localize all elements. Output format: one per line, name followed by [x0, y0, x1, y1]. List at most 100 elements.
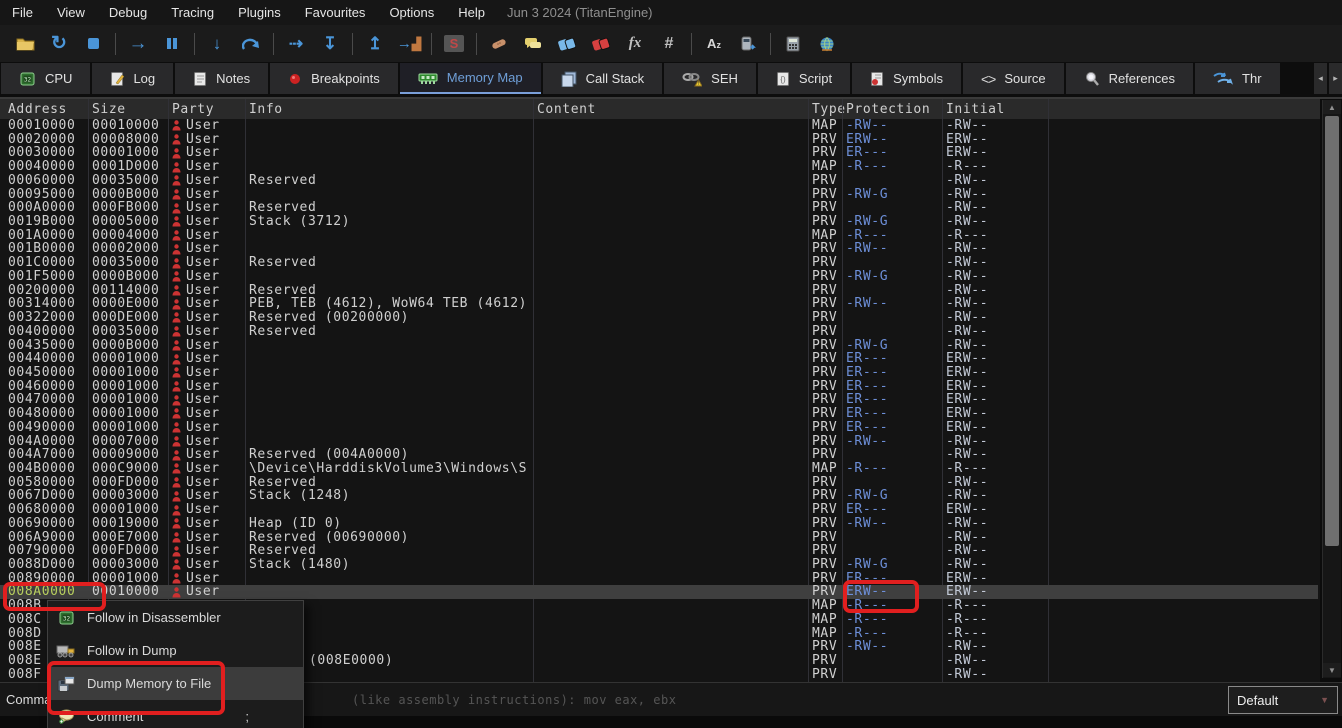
column-header-address[interactable]: Address: [8, 102, 67, 117]
pause-icon[interactable]: [157, 31, 187, 57]
table-row[interactable]: 00322000000DE000UserReserved (00200000)P…: [0, 311, 1318, 325]
execute-till-return-icon[interactable]: ↥: [360, 31, 390, 57]
table-row[interactable]: 0089000000001000UserPRVER---ERW--: [0, 572, 1318, 586]
table-row[interactable]: 001A000000004000UserMAP-R----R---: [0, 229, 1318, 243]
command-hint-text[interactable]: (like assembly instructions): mov eax, e…: [352, 693, 676, 707]
table-row[interactable]: 0040000000035000UserReservedPRV-RW--: [0, 325, 1318, 339]
table-row[interactable]: 0067D00000003000UserStack (1248)PRV-RW-G…: [0, 489, 1318, 503]
menu-item-dump-memory-to-file[interactable]: Dump Memory to File: [48, 667, 303, 700]
scroll-down-icon[interactable]: ▼: [1323, 663, 1341, 677]
type-cell: PRV: [812, 448, 842, 462]
step-out-icon[interactable]: ↧: [315, 31, 345, 57]
open-folder-icon[interactable]: [10, 31, 40, 57]
step-over-icon[interactable]: [236, 31, 266, 57]
table-row[interactable]: 0020000000114000UserReservedPRV-RW--: [0, 284, 1318, 298]
table-row[interactable]: 0003000000001000UserPRVER---ERW--: [0, 146, 1318, 160]
table-row[interactable]: 0044000000001000UserPRVER---ERW--: [0, 352, 1318, 366]
calculator-send-icon[interactable]: [733, 31, 763, 57]
table-row[interactable]: 00790000000FD000UserReservedPRV-RW--: [0, 544, 1318, 558]
table-row[interactable]: 000A0000000FB000UserReservedPRV-RW--: [0, 201, 1318, 215]
tab-scroll-left-icon[interactable]: ◂: [1314, 63, 1327, 94]
menu-file[interactable]: File: [0, 0, 45, 25]
scrollbar-thumb[interactable]: [1325, 116, 1339, 546]
tab-scroll-right-icon[interactable]: ▸: [1329, 63, 1342, 94]
table-row[interactable]: 004350000000B000UserPRV-RW-G-RW--: [0, 339, 1318, 353]
size-cell: 00001000: [92, 407, 166, 421]
table-row[interactable]: 0045000000001000UserPRVER---ERW--: [0, 366, 1318, 380]
case-icon[interactable]: Az: [699, 31, 729, 57]
table-row[interactable]: 000950000000B000UserPRV-RW-G-RW--: [0, 188, 1318, 202]
functions-icon[interactable]: fx: [620, 31, 650, 57]
table-row[interactable]: 0049000000001000UserPRVER---ERW--: [0, 421, 1318, 435]
menu-plugins[interactable]: Plugins: [226, 0, 293, 25]
run-to-user-icon[interactable]: →▟: [394, 31, 424, 57]
profile-dropdown[interactable]: Default ▼: [1228, 686, 1338, 714]
type-cell: PRV: [812, 366, 842, 380]
table-row[interactable]: 0068000000001000UserPRVER---ERW--: [0, 503, 1318, 517]
table-row[interactable]: 008A000000010000UserPRVERW--ERW--: [0, 585, 1318, 599]
table-row[interactable]: 001B000000002000UserPRV-RW---RW--: [0, 242, 1318, 256]
menu-options[interactable]: Options: [377, 0, 446, 25]
tab-symbols[interactable]: Symbols: [852, 63, 961, 94]
run-to-user-code-icon[interactable]: ⇢: [281, 31, 311, 57]
vertical-scrollbar[interactable]: ▲ ▼: [1322, 100, 1341, 678]
column-header-info[interactable]: Info: [249, 102, 283, 117]
column-header-size[interactable]: Size: [92, 102, 126, 117]
tab-breakpoints[interactable]: Breakpoints: [270, 63, 398, 94]
menu-debug[interactable]: Debug: [97, 0, 159, 25]
comments-icon[interactable]: [518, 31, 548, 57]
restart-icon[interactable]: ↻: [44, 31, 74, 57]
menu-favourites[interactable]: Favourites: [293, 0, 378, 25]
menu-item-comment[interactable]: Comment;: [48, 700, 303, 728]
tab-script[interactable]: {)Script: [758, 63, 850, 94]
run-icon[interactable]: →: [123, 31, 153, 57]
tab-thr[interactable]: Thr: [1195, 63, 1280, 94]
menu-help[interactable]: Help: [446, 0, 497, 25]
tab-notes[interactable]: Notes: [175, 63, 268, 94]
table-row[interactable]: 000400000001D000UserMAP-R----R---: [0, 160, 1318, 174]
tab-log[interactable]: Log: [92, 63, 173, 94]
breakpoints-icon[interactable]: [586, 31, 616, 57]
table-row[interactable]: 001C000000035000UserReservedPRV-RW--: [0, 256, 1318, 270]
column-header-protection[interactable]: Protection: [846, 102, 930, 117]
menu-item-follow-in-disassembler[interactable]: 32Follow in Disassembler: [48, 601, 303, 634]
stop-icon[interactable]: [78, 31, 108, 57]
column-header-type[interactable]: Type: [812, 102, 846, 117]
labels-icon[interactable]: [552, 31, 582, 57]
tab-seh[interactable]: !SEH: [664, 63, 756, 94]
tab-cpu[interactable]: 32CPU: [1, 63, 90, 94]
tab-references[interactable]: References: [1066, 63, 1193, 94]
table-row[interactable]: 004A700000009000UserReserved (004A0000)P…: [0, 448, 1318, 462]
column-header-party[interactable]: Party: [172, 102, 214, 117]
table-row[interactable]: 0047000000001000UserPRVER---ERW--: [0, 393, 1318, 407]
calculator-icon[interactable]: [778, 31, 808, 57]
trace-icon[interactable]: S: [439, 31, 469, 57]
table-row[interactable]: 0069000000019000UserHeap (ID 0)PRV-RW---…: [0, 517, 1318, 531]
table-row[interactable]: 0002000000008000UserPRVERW--ERW--: [0, 133, 1318, 147]
tab-source[interactable]: <>Source: [963, 63, 1064, 94]
tab-memory-map[interactable]: Memory Map: [400, 63, 541, 94]
step-into-icon[interactable]: ↓: [202, 31, 232, 57]
tab-call-stack[interactable]: Call Stack: [543, 63, 663, 94]
table-row[interactable]: 0048000000001000UserPRVER---ERW--: [0, 407, 1318, 421]
table-row[interactable]: 003140000000E000UserPEB, TEB (4612), WoW…: [0, 297, 1318, 311]
table-row[interactable]: 0006000000035000UserReservedPRV-RW--: [0, 174, 1318, 188]
column-header-content[interactable]: Content: [537, 102, 596, 117]
table-row[interactable]: 0019B00000005000UserStack (3712)PRV-RW-G…: [0, 215, 1318, 229]
table-row[interactable]: 004A000000007000UserPRV-RW---RW--: [0, 435, 1318, 449]
table-row[interactable]: 006A9000000E7000UserReserved (00690000)P…: [0, 531, 1318, 545]
menu-tracing[interactable]: Tracing: [159, 0, 226, 25]
scroll-up-icon[interactable]: ▲: [1323, 100, 1341, 114]
menu-view[interactable]: View: [45, 0, 97, 25]
string-references-icon[interactable]: #: [654, 31, 684, 57]
menu-item-follow-in-dump[interactable]: Follow in Dump: [48, 634, 303, 667]
table-row[interactable]: 0046000000001000UserPRVER---ERW--: [0, 380, 1318, 394]
patches-icon[interactable]: [484, 31, 514, 57]
column-header-initial[interactable]: Initial: [946, 102, 1005, 117]
table-row[interactable]: 00580000000FD000UserReservedPRV-RW--: [0, 476, 1318, 490]
table-row[interactable]: 0088D00000003000UserStack (1480)PRV-RW-G…: [0, 558, 1318, 572]
internet-icon[interactable]: [812, 31, 842, 57]
table-row[interactable]: 001F50000000B000UserPRV-RW-G-RW--: [0, 270, 1318, 284]
table-row[interactable]: 0001000000010000UserMAP-RW---RW--: [0, 119, 1318, 133]
table-row[interactable]: 004B0000000C9000User\Device\HarddiskVolu…: [0, 462, 1318, 476]
